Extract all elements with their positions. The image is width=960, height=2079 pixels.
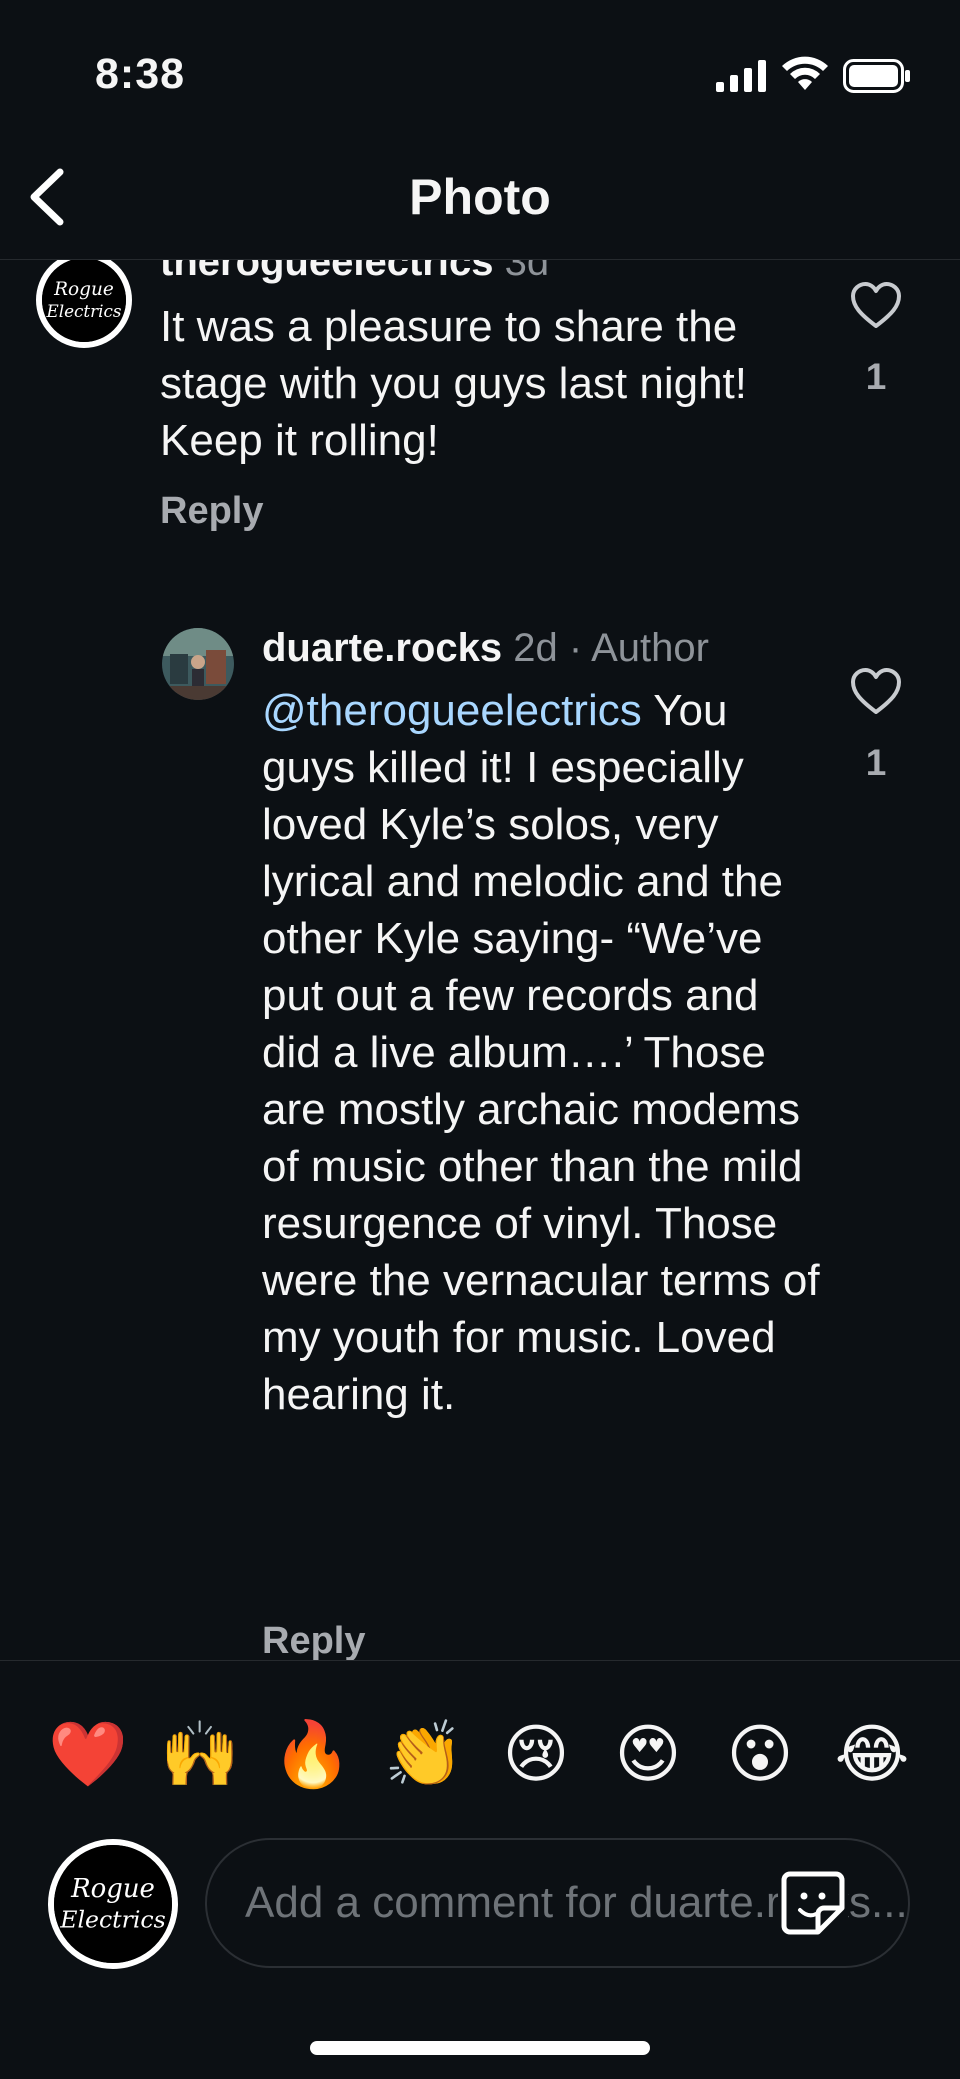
avatar[interactable]: [162, 628, 234, 700]
user-photo-icon: [162, 628, 234, 700]
reply-button[interactable]: Reply: [262, 1620, 365, 1660]
comment-composer: ❤️ 🙌 🔥 👏 😢 😍 😮 😂 Rogue Electrics Add a c…: [0, 1660, 960, 2079]
emoji-fire[interactable]: 🔥: [270, 1715, 354, 1795]
emoji-raising-hands[interactable]: 🙌: [158, 1715, 242, 1795]
svg-text:Electrics: Electrics: [45, 301, 121, 321]
nav-header: Photo: [0, 140, 960, 260]
page-title: Photo: [409, 169, 551, 225]
wifi-icon: [782, 56, 828, 90]
quick-reaction-bar: ❤️ 🙌 🔥 👏 😢 😍 😮 😂: [0, 1715, 960, 1795]
avatar[interactable]: Rogue Electrics: [36, 252, 132, 348]
emoji-red-heart[interactable]: ❤️: [46, 1715, 130, 1795]
comment-username[interactable]: duarte.rocks: [262, 626, 502, 670]
emoji-crying-face[interactable]: 😢: [494, 1715, 578, 1795]
band-logo-icon: Rogue Electrics: [42, 258, 126, 342]
like-count: 1: [865, 356, 887, 397]
emoji-clapping-hands[interactable]: 👏: [382, 1715, 466, 1795]
comment-meta: 2d · Author: [513, 626, 709, 670]
status-bar: 8:38: [0, 0, 960, 140]
emoji-tears-of-joy[interactable]: 😂: [830, 1715, 914, 1795]
status-time: 8:38: [95, 50, 186, 98]
svg-text:Electrics: Electrics: [59, 1906, 166, 1934]
heart-icon[interactable]: [850, 282, 902, 330]
svg-text:Rogue: Rogue: [53, 279, 114, 300]
heart-icon[interactable]: [850, 668, 902, 716]
emoji-surprised-face[interactable]: 😮: [718, 1715, 802, 1795]
like-count: 1: [865, 742, 887, 783]
current-user-avatar: Rogue Electrics: [48, 1839, 178, 1969]
svg-text:Rogue: Rogue: [70, 1874, 155, 1904]
battery-icon: [843, 59, 910, 93]
reply-button[interactable]: Reply: [160, 490, 263, 533]
comment-header: duarte.rocks 2d · Author: [262, 626, 709, 671]
sticker-icon[interactable]: [778, 1868, 848, 1938]
comment-text: @therogueelectrics You guys killed it! I…: [262, 686, 820, 1419]
mention-link[interactable]: @therogueelectrics: [262, 686, 642, 735]
home-indicator: [310, 2041, 650, 2055]
comments-list[interactable]: Rogue Electrics therogueelectrics 3d It …: [0, 200, 960, 1660]
comment-text: It was a pleasure to share the stage wit…: [160, 302, 747, 465]
cellular-signal-icon: [716, 60, 766, 92]
emoji-heart-eyes[interactable]: 😍: [606, 1715, 690, 1795]
band-logo-icon: Rogue Electrics: [54, 1845, 172, 1963]
